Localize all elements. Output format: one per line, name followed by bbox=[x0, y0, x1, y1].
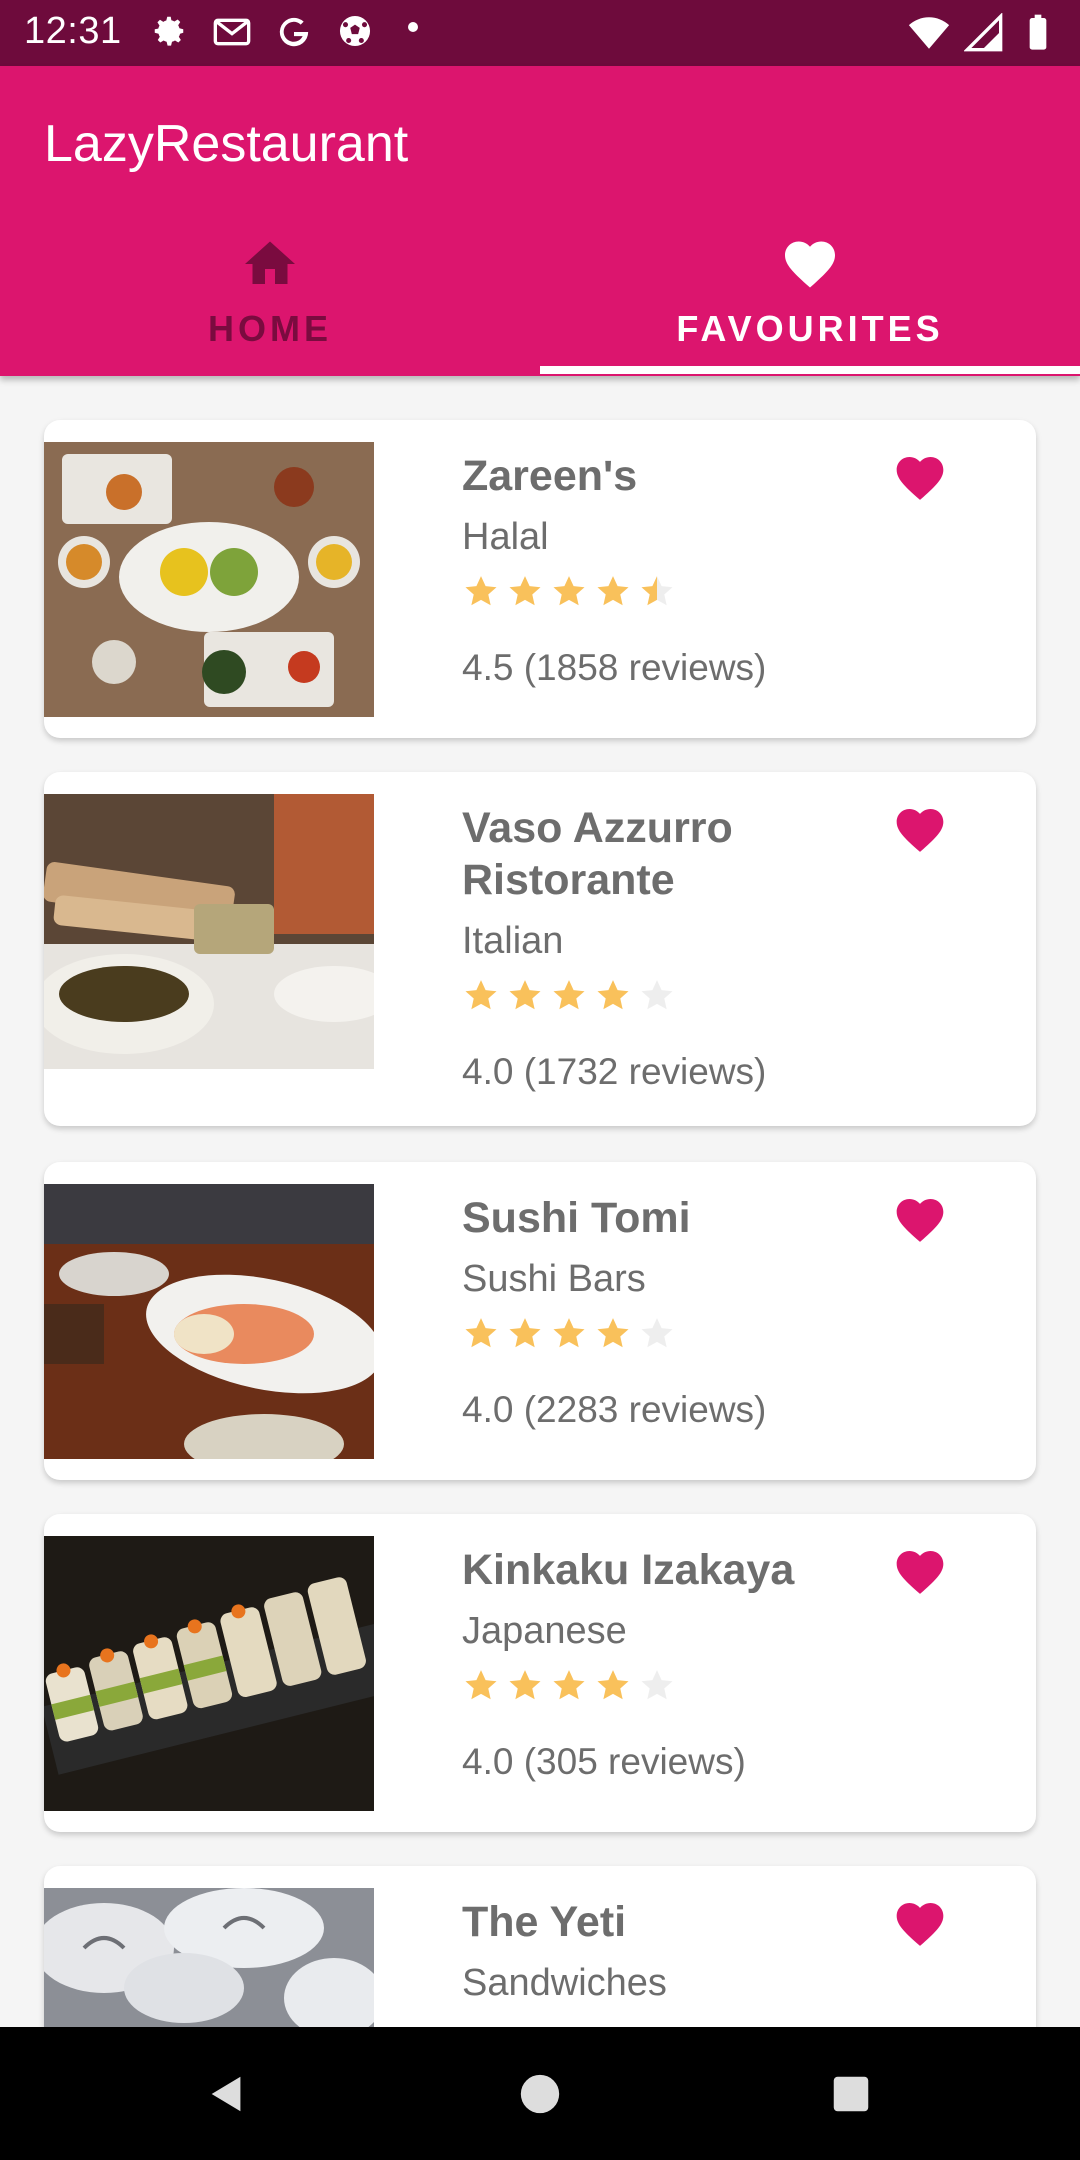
star-full-icon bbox=[465, 980, 497, 1010]
star-full-icon bbox=[597, 980, 629, 1010]
settings-icon bbox=[150, 12, 190, 52]
restaurant-card[interactable]: Vaso Azzurro Ristorante Italian 4.0 (173… bbox=[44, 772, 1036, 1126]
status-bar: 12:31 bbox=[0, 0, 1080, 66]
tab-home-label: HOME bbox=[208, 308, 332, 349]
restaurant-card[interactable]: Sushi Tomi Sushi Bars 4.0 (2283 reviews) bbox=[44, 1162, 1036, 1480]
tab-favourites[interactable]: FAVOURITES bbox=[540, 226, 1080, 376]
restaurant-photo bbox=[44, 1184, 374, 1459]
rating-stars bbox=[462, 1667, 916, 1707]
heart-icon bbox=[785, 241, 835, 288]
google-icon bbox=[274, 12, 314, 52]
rating-stars bbox=[462, 573, 916, 613]
restaurant-name: Kinkaku Izakaya bbox=[462, 1546, 795, 1594]
restaurant-name: Sushi Tomi bbox=[462, 1194, 691, 1242]
star-full-icon bbox=[509, 980, 541, 1010]
star-full-icon bbox=[509, 1670, 541, 1700]
home-icon bbox=[245, 241, 295, 284]
system-nav-bar bbox=[0, 2027, 1080, 2160]
rating-stars bbox=[462, 977, 916, 1017]
favourite-heart-icon[interactable] bbox=[890, 1896, 950, 1952]
star-full-icon bbox=[509, 1318, 541, 1348]
star-full-icon bbox=[509, 576, 541, 606]
restaurant-reviews: 4.0 (1732 reviews) bbox=[462, 1051, 767, 1092]
star-full-icon bbox=[553, 576, 585, 606]
back-icon[interactable] bbox=[204, 2071, 250, 2117]
star-full-icon bbox=[553, 1318, 585, 1348]
star-empty-icon bbox=[641, 980, 673, 1010]
restaurant-photo bbox=[44, 1536, 374, 1811]
home-circle-icon[interactable] bbox=[517, 2071, 563, 2117]
restaurant-cuisine: Italian bbox=[462, 920, 564, 962]
wifi-icon bbox=[908, 12, 950, 59]
restaurant-cuisine: Sandwiches bbox=[462, 1962, 667, 2004]
status-time: 12:31 bbox=[24, 10, 122, 52]
gmail-icon bbox=[212, 12, 252, 52]
favourite-heart-icon[interactable] bbox=[890, 1192, 950, 1248]
star-full-icon bbox=[597, 1318, 629, 1348]
restaurant-photo bbox=[44, 794, 374, 1069]
recents-icon[interactable] bbox=[828, 2071, 874, 2117]
tab-home[interactable]: HOME bbox=[0, 226, 540, 376]
star-full-icon bbox=[597, 576, 629, 606]
restaurant-name: Vaso Azzurro Ristorante bbox=[462, 804, 733, 904]
favourite-heart-icon[interactable] bbox=[890, 1544, 950, 1600]
soccer-icon bbox=[336, 12, 376, 52]
star-half-icon bbox=[641, 576, 673, 606]
restaurant-reviews: 4.5 (1858 reviews) bbox=[462, 647, 767, 688]
tab-favourites-label: FAVOURITES bbox=[676, 308, 944, 349]
favourite-heart-icon[interactable] bbox=[890, 450, 950, 506]
restaurant-photo bbox=[44, 1888, 374, 2027]
star-full-icon bbox=[465, 576, 497, 606]
dot-icon bbox=[398, 12, 438, 52]
restaurant-list[interactable]: Zareen's Halal 4.5 (1858 reviews) Vaso A… bbox=[0, 376, 1080, 2027]
restaurant-name: The Yeti bbox=[462, 1898, 627, 1946]
restaurant-card[interactable]: The Yeti Sandwiches bbox=[44, 1866, 1036, 2027]
signal-icon bbox=[963, 12, 1004, 58]
restaurant-name: Zareen's bbox=[462, 452, 638, 500]
restaurant-cuisine: Halal bbox=[462, 516, 549, 558]
star-full-icon bbox=[465, 1318, 497, 1348]
restaurant-cuisine: Japanese bbox=[462, 1610, 627, 1652]
restaurant-card[interactable]: Zareen's Halal 4.5 (1858 reviews) bbox=[44, 420, 1036, 738]
restaurant-photo bbox=[44, 442, 374, 717]
battery-icon bbox=[1018, 13, 1058, 58]
star-full-icon bbox=[465, 1670, 497, 1700]
star-full-icon bbox=[597, 1670, 629, 1700]
restaurant-cuisine: Sushi Bars bbox=[462, 1258, 646, 1300]
app-title: LazyRestaurant bbox=[44, 115, 409, 173]
star-empty-icon bbox=[641, 1318, 673, 1348]
star-full-icon bbox=[553, 1670, 585, 1700]
star-empty-icon bbox=[641, 1670, 673, 1700]
restaurant-card[interactable]: Kinkaku Izakaya Japanese 4.0 (305 review… bbox=[44, 1514, 1036, 1832]
tab-indicator bbox=[540, 366, 1080, 374]
star-full-icon bbox=[553, 980, 585, 1010]
rating-stars bbox=[462, 1315, 916, 1355]
app-bar: LazyRestaurant HOME FAVOURITES bbox=[0, 66, 1080, 376]
restaurant-reviews: 4.0 (305 reviews) bbox=[462, 1741, 746, 1782]
restaurant-reviews: 4.0 (2283 reviews) bbox=[462, 1389, 767, 1430]
favourite-heart-icon[interactable] bbox=[890, 802, 950, 858]
